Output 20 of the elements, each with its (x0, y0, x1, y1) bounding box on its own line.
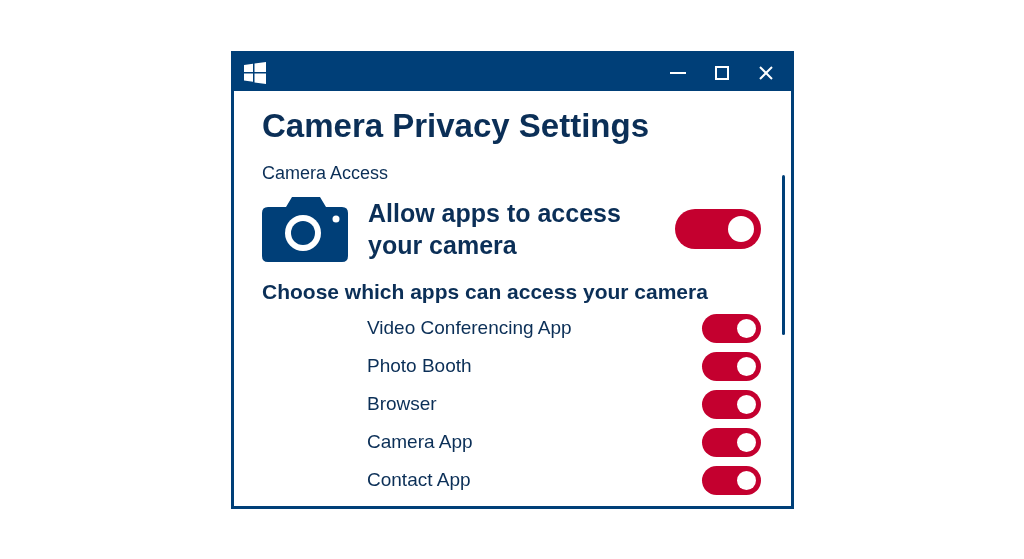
app-name: Photo Booth (367, 354, 473, 379)
apps-heading: Choose which apps can access your camera (262, 279, 709, 305)
toggle-switch[interactable] (702, 390, 761, 419)
toggle-switch[interactable] (675, 208, 761, 249)
toggle-switch[interactable] (702, 466, 761, 495)
toggle-switch[interactable] (702, 428, 761, 457)
toggle-switch[interactable] (702, 314, 761, 343)
master-label: Allow apps to access your camera (368, 197, 622, 261)
app-name: Browser (367, 392, 438, 417)
camera-icon (262, 195, 348, 262)
maximize-icon (715, 65, 729, 80)
app-name: Contact App (367, 468, 472, 493)
app-name: Camera App (367, 430, 474, 455)
close-icon (759, 65, 773, 80)
window-title: Camera Privacy Settings (262, 106, 651, 146)
app-name: Video Conferencing App (367, 316, 573, 341)
windows-logo-icon (244, 61, 266, 84)
toggle-switch[interactable] (702, 352, 761, 381)
section-label: Camera Access (262, 162, 390, 185)
minimize-icon (670, 71, 686, 74)
